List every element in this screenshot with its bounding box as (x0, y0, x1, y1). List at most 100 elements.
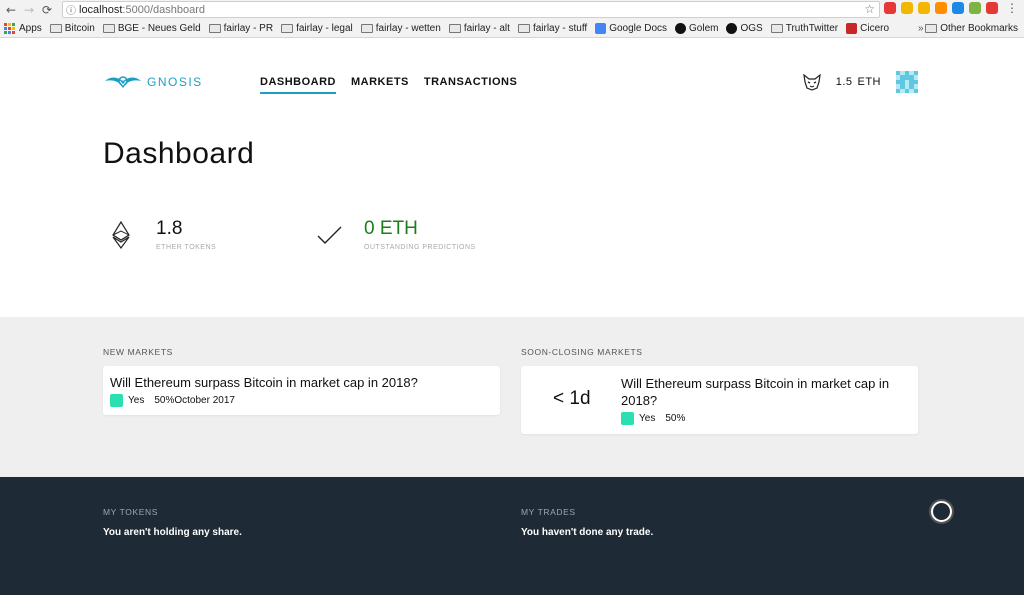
new-market-card[interactable]: Will Ethereum surpass Bitcoin in market … (103, 366, 500, 415)
google-docs-icon (595, 23, 607, 34)
extension-icon[interactable] (884, 2, 896, 14)
folder-icon (517, 24, 530, 33)
balance-unit: ETH (857, 76, 881, 88)
my-trades-empty-text: You haven't done any trade. (521, 527, 654, 538)
balance-amount: 1.5 (835, 76, 853, 88)
extension-icon[interactable] (935, 2, 947, 14)
folder-icon (49, 24, 62, 33)
info-icon[interactable]: ⓘ (63, 2, 79, 17)
bookmark-item[interactable]: fairlay - alt (448, 23, 510, 34)
bookmark-label: Cicero (860, 23, 890, 34)
bookmark-label: BGE - Neues Geld (117, 23, 201, 34)
back-icon[interactable]: ← (2, 1, 20, 19)
loading-spinner-icon (931, 501, 952, 522)
folder-icon (448, 24, 461, 33)
bookmark-label: Bitcoin (64, 23, 95, 34)
browser-chrome: ← → ⟳ ⓘ localhost:5000/dashboard ☆ ⋮ App… (0, 0, 1024, 38)
my-tokens-title: MY TOKENS (103, 507, 159, 517)
bookmark-item[interactable]: TruthTwitter (770, 23, 838, 34)
bookmark-label: fairlay - alt (463, 23, 510, 34)
extension-icon[interactable] (969, 2, 981, 14)
outcome-label: Yes (639, 413, 656, 424)
bookmark-label: Other Bookmarks (940, 23, 1018, 34)
bookmark-label: fairlay - stuff (532, 23, 588, 34)
logo-text: GNOSIS (147, 75, 203, 89)
bookmark-label: fairlay - legal (296, 23, 353, 34)
bookmark-item[interactable]: fairlay - stuff (517, 23, 588, 34)
ethereum-icon (112, 220, 130, 250)
bookmark-item[interactable]: BGE - Neues Geld (102, 23, 201, 34)
bookmark-star-icon[interactable]: ☆ (864, 2, 875, 16)
gnosis-owl-icon (105, 76, 141, 88)
bookmark-item[interactable]: Apps (4, 23, 42, 34)
bookmark-label: Apps (19, 23, 42, 34)
main-nav: DASHBOARD MARKETS TRANSACTIONS (260, 76, 532, 94)
market-date: October 2017 (174, 395, 235, 406)
time-left: < 1d (553, 388, 591, 409)
my-trades-title: MY TRADES (521, 507, 576, 517)
portfolio-section: MY TOKENS You aren't holding any share. … (0, 477, 1024, 595)
bookmarks-overflow-icon[interactable]: » (918, 20, 924, 37)
outstanding-label: OUTSTANDING PREDICTIONS (364, 244, 476, 251)
address-bar[interactable]: ⓘ localhost:5000/dashboard ☆ (62, 1, 880, 18)
outcome-percent: 50% (665, 413, 686, 424)
bookmark-item[interactable]: Golem (675, 23, 718, 34)
bookmark-item[interactable]: Bitcoin (49, 23, 95, 34)
page-title: Dashboard (103, 137, 255, 170)
bookmark-item[interactable]: fairlay - legal (281, 23, 353, 34)
extensions-bar (884, 2, 998, 14)
golem-icon (675, 23, 687, 34)
extension-icon[interactable] (918, 2, 930, 14)
bookmarks-bar: Apps Bitcoin BGE - Neues Geld fairlay - PR f… (0, 20, 1024, 37)
folder-icon (770, 24, 783, 33)
outcome-percent: 50% (154, 395, 175, 406)
bookmark-label: OGS (740, 23, 763, 34)
bookmark-item[interactable]: fairlay - wetten (360, 23, 441, 34)
checkmark-icon (317, 226, 342, 244)
cicero-icon (846, 23, 858, 34)
bookmark-item[interactable]: Google Docs (595, 23, 667, 34)
nav-dashboard[interactable]: DASHBOARD (260, 76, 336, 94)
account-identicon[interactable] (896, 71, 918, 93)
forward-icon[interactable]: → (20, 1, 38, 19)
other-bookmarks[interactable]: Other Bookmarks (925, 20, 1018, 37)
metamask-fox-icon[interactable] (802, 72, 822, 92)
address-row: ← → ⟳ ⓘ localhost:5000/dashboard ☆ ⋮ (0, 0, 1024, 19)
market-question: Will Ethereum surpass Bitcoin in market … (621, 376, 890, 408)
eth-balance: 1.5 ETH (836, 76, 886, 88)
bookmark-label: Golem (689, 23, 719, 34)
soon-closing-card[interactable]: < 1d Will Ethereum surpass Bitcoin in ma… (521, 366, 918, 434)
bookmark-label: fairlay - PR (223, 23, 274, 34)
identicon-cell (913, 88, 918, 93)
bookmark-item[interactable]: fairlay - PR (208, 23, 274, 34)
nav-markets[interactable]: MARKETS (351, 76, 409, 94)
ether-tokens-value: 1.8 (156, 218, 183, 239)
market-question: Will Ethereum surpass Bitcoin in market … (110, 375, 418, 390)
bookmark-item[interactable]: OGS (726, 23, 763, 34)
ether-tokens-label: ETHER TOKENS (156, 244, 217, 251)
folder-icon (281, 24, 294, 33)
folder-icon (925, 24, 938, 33)
nav-transactions[interactable]: TRANSACTIONS (424, 76, 517, 94)
markets-section: NEW MARKETS Will Ethereum surpass Bitcoi… (0, 317, 1024, 477)
folder-icon (102, 24, 115, 33)
outcome-label: Yes (128, 395, 145, 406)
extension-icon[interactable] (952, 2, 964, 14)
outstanding-predictions-metric: 0 ETH OUTSTANDING PREDICTIONS (314, 218, 476, 251)
extension-icon[interactable] (901, 2, 913, 14)
url-host: localhost (79, 3, 123, 16)
outcome-color-swatch (621, 412, 634, 425)
apps-grid-icon (4, 23, 15, 34)
extension-icon[interactable] (986, 2, 998, 14)
my-tokens-empty-text: You aren't holding any share. (103, 527, 242, 538)
reload-icon[interactable]: ⟳ (38, 1, 56, 19)
gnosis-logo[interactable]: GNOSIS (103, 72, 203, 92)
browser-menu-icon[interactable]: ⋮ (1006, 1, 1018, 15)
ogs-icon (726, 23, 738, 34)
folder-icon (360, 24, 373, 33)
bookmark-item[interactable]: Cicero (846, 23, 889, 34)
new-markets-title: NEW MARKETS (103, 347, 173, 357)
bookmark-label: fairlay - wetten (375, 23, 441, 34)
ether-tokens-metric: 1.8 ETHER TOKENS (106, 218, 216, 251)
bookmark-label: Google Docs (609, 23, 668, 34)
